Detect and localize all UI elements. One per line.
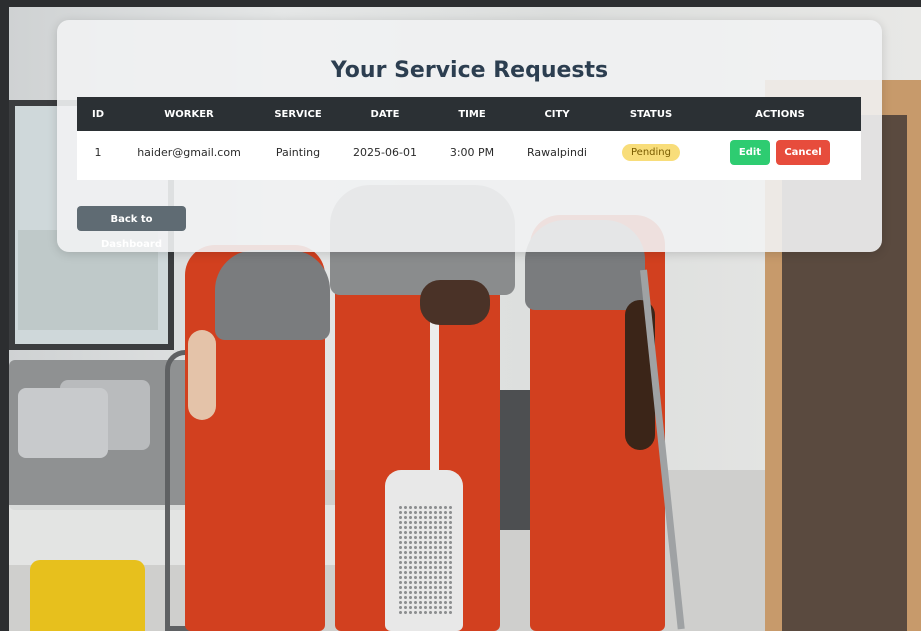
cell-worker: haider@gmail.com bbox=[137, 145, 241, 159]
page-title: Your Service Requests bbox=[330, 58, 609, 83]
column-header-city: CITY bbox=[544, 108, 570, 120]
column-header-worker: WORKER bbox=[164, 108, 214, 120]
column-header-actions: ACTIONS bbox=[755, 108, 805, 120]
cell-actions: Edit Cancel bbox=[699, 131, 861, 173]
column-header-date: DATE bbox=[370, 108, 400, 120]
cell-service: Painting bbox=[275, 145, 321, 159]
back-to-dashboard-button[interactable]: Back to Dashboard bbox=[77, 206, 186, 250]
column-header-status: STATUS bbox=[629, 108, 673, 120]
table-header-row: ID WORKER SERVICE DATE TIME CITY STATUS … bbox=[77, 97, 861, 131]
status-badge: Pending bbox=[622, 143, 680, 161]
cell-id: 1 bbox=[94, 145, 102, 159]
cancel-button[interactable]: Cancel bbox=[776, 139, 830, 165]
table-row: 1 haider@gmail.com Painting 2025-06-01 3… bbox=[77, 131, 861, 173]
cell-city: Rawalpindi bbox=[527, 145, 587, 159]
column-header-id: ID bbox=[91, 108, 105, 120]
edit-button[interactable]: Edit bbox=[730, 139, 770, 165]
column-header-time: TIME bbox=[458, 108, 486, 120]
service-requests-card: Your Service Requests ID WORKER SERVICE … bbox=[57, 20, 882, 252]
cell-status: Pending bbox=[603, 131, 699, 173]
requests-table: ID WORKER SERVICE DATE TIME CITY STATUS … bbox=[77, 97, 861, 173]
requests-table-container: ID WORKER SERVICE DATE TIME CITY STATUS … bbox=[77, 97, 861, 180]
column-header-service: SERVICE bbox=[274, 108, 322, 120]
cell-time: 3:00 PM bbox=[449, 145, 495, 159]
cell-date: 2025-06-01 bbox=[353, 145, 417, 159]
